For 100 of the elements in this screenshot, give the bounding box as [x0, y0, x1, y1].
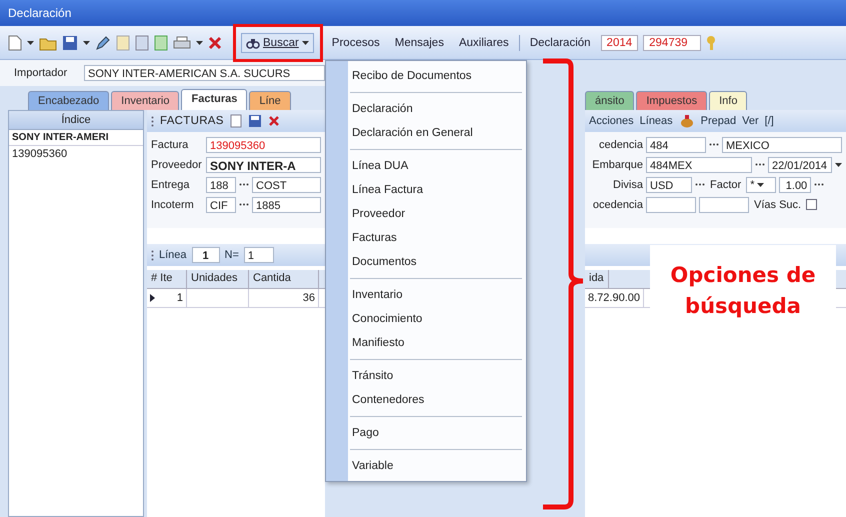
toggle-button[interactable]: [/] — [764, 115, 774, 127]
date-field[interactable]: 22/01/2014 — [768, 156, 832, 172]
tab[interactable]: Info — [709, 91, 748, 110]
line-field[interactable]: 1 — [192, 247, 220, 263]
tab[interactable]: Líne — [249, 91, 291, 110]
code-field[interactable]: 484MEX — [646, 156, 752, 172]
index-item[interactable]: 139095360 — [9, 146, 143, 162]
code-field[interactable]: CIF — [206, 196, 236, 212]
menu-item[interactable]: Mensajes — [390, 36, 449, 48]
caret-icon[interactable] — [83, 40, 90, 44]
field-label: Proveedor — [151, 158, 203, 170]
code-field[interactable]: 484 — [646, 136, 706, 152]
value-field[interactable]: COST — [252, 176, 321, 192]
declaration-label: Declaración — [528, 36, 592, 48]
number-field[interactable]: 294739 — [643, 34, 702, 50]
line-label: Línea — [159, 249, 187, 261]
menu-item[interactable]: Acciones — [589, 115, 634, 127]
importer-field[interactable]: SONY INTER-AMERICAN S.A. SUCURS — [84, 65, 325, 81]
grip-icon[interactable] — [151, 116, 154, 126]
ellipsis-icon[interactable] — [755, 163, 765, 166]
column-header[interactable]: # Ite — [147, 270, 187, 288]
menu-item[interactable]: Procesos — [326, 36, 385, 48]
ellipsis-icon[interactable] — [239, 183, 249, 186]
caret-icon[interactable] — [27, 40, 34, 44]
ellipsis-icon[interactable] — [239, 203, 249, 206]
caret-icon — [757, 182, 764, 186]
view-menu[interactable]: Ver — [742, 115, 759, 127]
ellipsis-icon[interactable] — [814, 183, 824, 186]
ellipsis-icon[interactable] — [695, 183, 705, 186]
window-title: Declaración — [8, 6, 72, 20]
tab[interactable]: Inventario — [111, 91, 180, 110]
menu-item[interactable]: Declaración — [326, 97, 526, 121]
table-cell: 36 — [302, 292, 315, 304]
search-button[interactable]: Buscar — [241, 32, 314, 52]
field-label: cedencia — [598, 138, 643, 150]
field-label: Embarque — [591, 158, 643, 170]
printer-icon[interactable] — [173, 34, 191, 50]
menu-item[interactable]: Líneas — [640, 115, 673, 127]
dropdown-icon[interactable] — [835, 162, 842, 166]
ellipsis-icon[interactable] — [709, 143, 719, 146]
rate-field[interactable]: 1.00 — [779, 176, 812, 192]
page-icon[interactable] — [154, 34, 168, 50]
count-field[interactable]: 1 — [244, 247, 274, 263]
empty-field[interactable] — [646, 196, 696, 212]
empty-field[interactable] — [699, 196, 749, 212]
menu-item[interactable]: Contenedores — [326, 388, 526, 412]
menu-item[interactable]: Facturas — [326, 226, 526, 250]
menu-item[interactable]: Declaración en General — [326, 121, 526, 145]
close-icon[interactable] — [208, 36, 222, 50]
menu-item[interactable]: Proveedor — [326, 202, 526, 226]
prepaid-button[interactable]: Prepad — [700, 115, 736, 127]
page-icon[interactable] — [135, 34, 149, 50]
menu-item[interactable]: Línea DUA — [326, 154, 526, 178]
menu-item[interactable]: Línea Factura — [326, 178, 526, 202]
menu-item[interactable]: Recibo de Documentos — [326, 64, 526, 88]
tab[interactable]: Facturas — [181, 89, 248, 110]
field-label: Incoterm — [151, 198, 195, 210]
index-item[interactable]: SONY INTER-AMERI — [9, 130, 143, 146]
value-field[interactable]: 139095360 — [206, 136, 321, 152]
value-field[interactable]: 1885 — [252, 196, 321, 212]
menu-item[interactable]: Manifiesto — [326, 331, 526, 355]
tab[interactable]: ánsito — [585, 91, 634, 110]
factor-dropdown[interactable]: * — [746, 176, 776, 192]
column-header[interactable]: Unidades — [187, 270, 249, 288]
checkbox-label: Vías Suc. — [753, 198, 802, 210]
caret-icon — [302, 40, 309, 44]
code-field[interactable]: 188 — [206, 176, 236, 192]
menu-item[interactable]: Tránsito — [326, 364, 526, 388]
importer-label: Importador — [14, 67, 68, 79]
caret-icon[interactable] — [196, 40, 203, 44]
value-field[interactable]: MEXICO — [722, 136, 842, 152]
document-icon[interactable] — [8, 34, 22, 50]
year-field[interactable]: 2014 — [600, 34, 638, 50]
table-cell: 1 — [176, 292, 183, 304]
column-header[interactable]: ida — [585, 270, 609, 288]
panel-title: FACTURAS — [160, 115, 224, 127]
close-icon[interactable] — [268, 115, 280, 127]
menu-item[interactable]: Auxiliares — [454, 36, 514, 48]
menu-item[interactable]: Conocimiento — [326, 307, 526, 331]
count-label: N= — [224, 249, 239, 261]
field-label: Factura — [151, 138, 190, 150]
tab[interactable]: Impuestos — [636, 91, 708, 110]
menu-item[interactable]: Documentos — [326, 250, 526, 274]
value-field[interactable]: SONY INTER-A — [206, 156, 321, 172]
menu-item[interactable]: Inventario — [326, 283, 526, 307]
page-icon[interactable] — [230, 114, 242, 128]
index-header: Índice — [9, 111, 143, 130]
currency-field[interactable]: USD — [646, 176, 692, 192]
tab[interactable]: Encabezado — [28, 91, 110, 110]
factor-label: Factor — [709, 178, 742, 190]
column-header[interactable]: Cantida — [249, 270, 319, 288]
binoculars-icon — [246, 36, 260, 48]
checkbox[interactable] — [806, 199, 818, 210]
field-label: Entrega — [151, 178, 191, 190]
pencil-icon[interactable] — [95, 34, 111, 50]
menu-item[interactable]: Pago — [326, 421, 526, 445]
menu-item[interactable]: Variable — [326, 454, 526, 478]
grip-icon[interactable] — [151, 250, 154, 260]
field-label: Divisa — [612, 178, 643, 190]
money-bag-icon[interactable] — [678, 114, 695, 128]
